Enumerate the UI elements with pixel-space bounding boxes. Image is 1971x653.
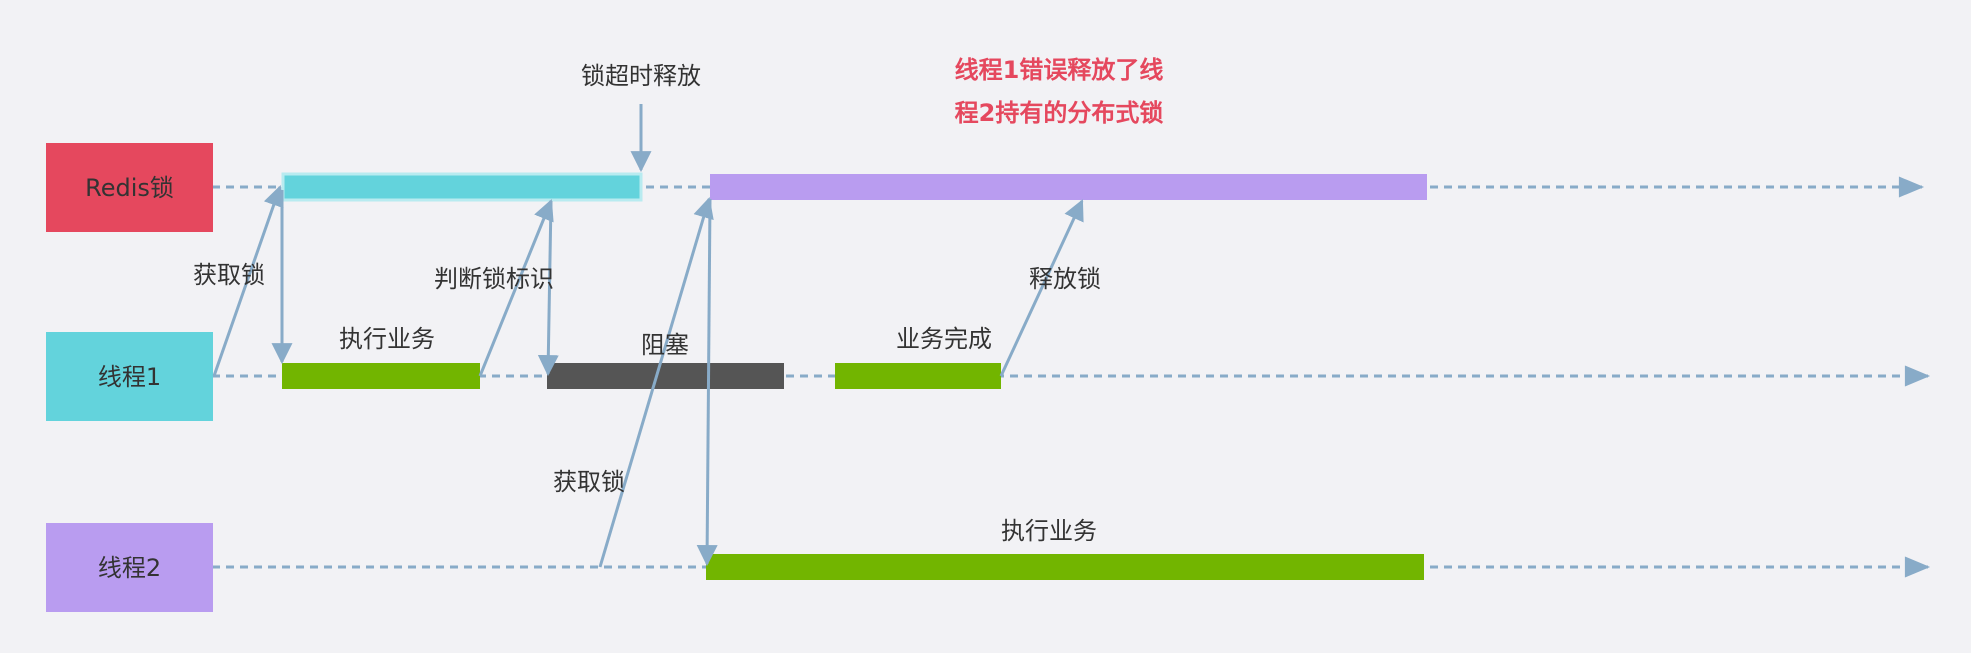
thread1-execute-business-label: 执行业务 [339, 325, 435, 353]
thread1-business-done-label: 业务完成 [896, 325, 992, 353]
thread1-blocked-label: 阻塞 [641, 331, 689, 359]
thread1-business-done-bar [835, 363, 1001, 389]
warning-label-line2: 程2持有的分布式锁 [955, 99, 1164, 127]
lock-timeout-release-label: 锁超时释放 [581, 62, 701, 90]
thread2-acquire-lock-label: 获取锁 [553, 468, 625, 496]
thread1-lane-label: 线程1 [98, 363, 161, 391]
thread1-business-bar [282, 363, 480, 389]
thread1-acquire-lock-label: 获取锁 [193, 261, 265, 289]
thread2-execute-business-label: 执行业务 [1001, 517, 1097, 545]
redis-lock-thread1-bar [281, 172, 643, 202]
redis-lane-label: Redis锁 [85, 174, 174, 202]
redis-grant-thread2-arrow [696, 198, 718, 567]
thread1-release-lock-label: 释放锁 [1029, 265, 1101, 293]
lock-misrelease-diagram: Redis锁 线程1 线程2 锁超时释放 线程1错误释放了线 程2持有的分布式锁… [46, 56, 1931, 612]
thread1-check-lock-id-label: 判断锁标识 [434, 265, 554, 293]
thread1-blocked-bar [547, 363, 784, 389]
warning-label-line1: 线程1错误释放了线 [955, 56, 1164, 84]
thread2-lane-label: 线程2 [98, 554, 161, 582]
thread2-business-bar [706, 554, 1424, 580]
redis-lock-thread2-bar [710, 174, 1427, 200]
